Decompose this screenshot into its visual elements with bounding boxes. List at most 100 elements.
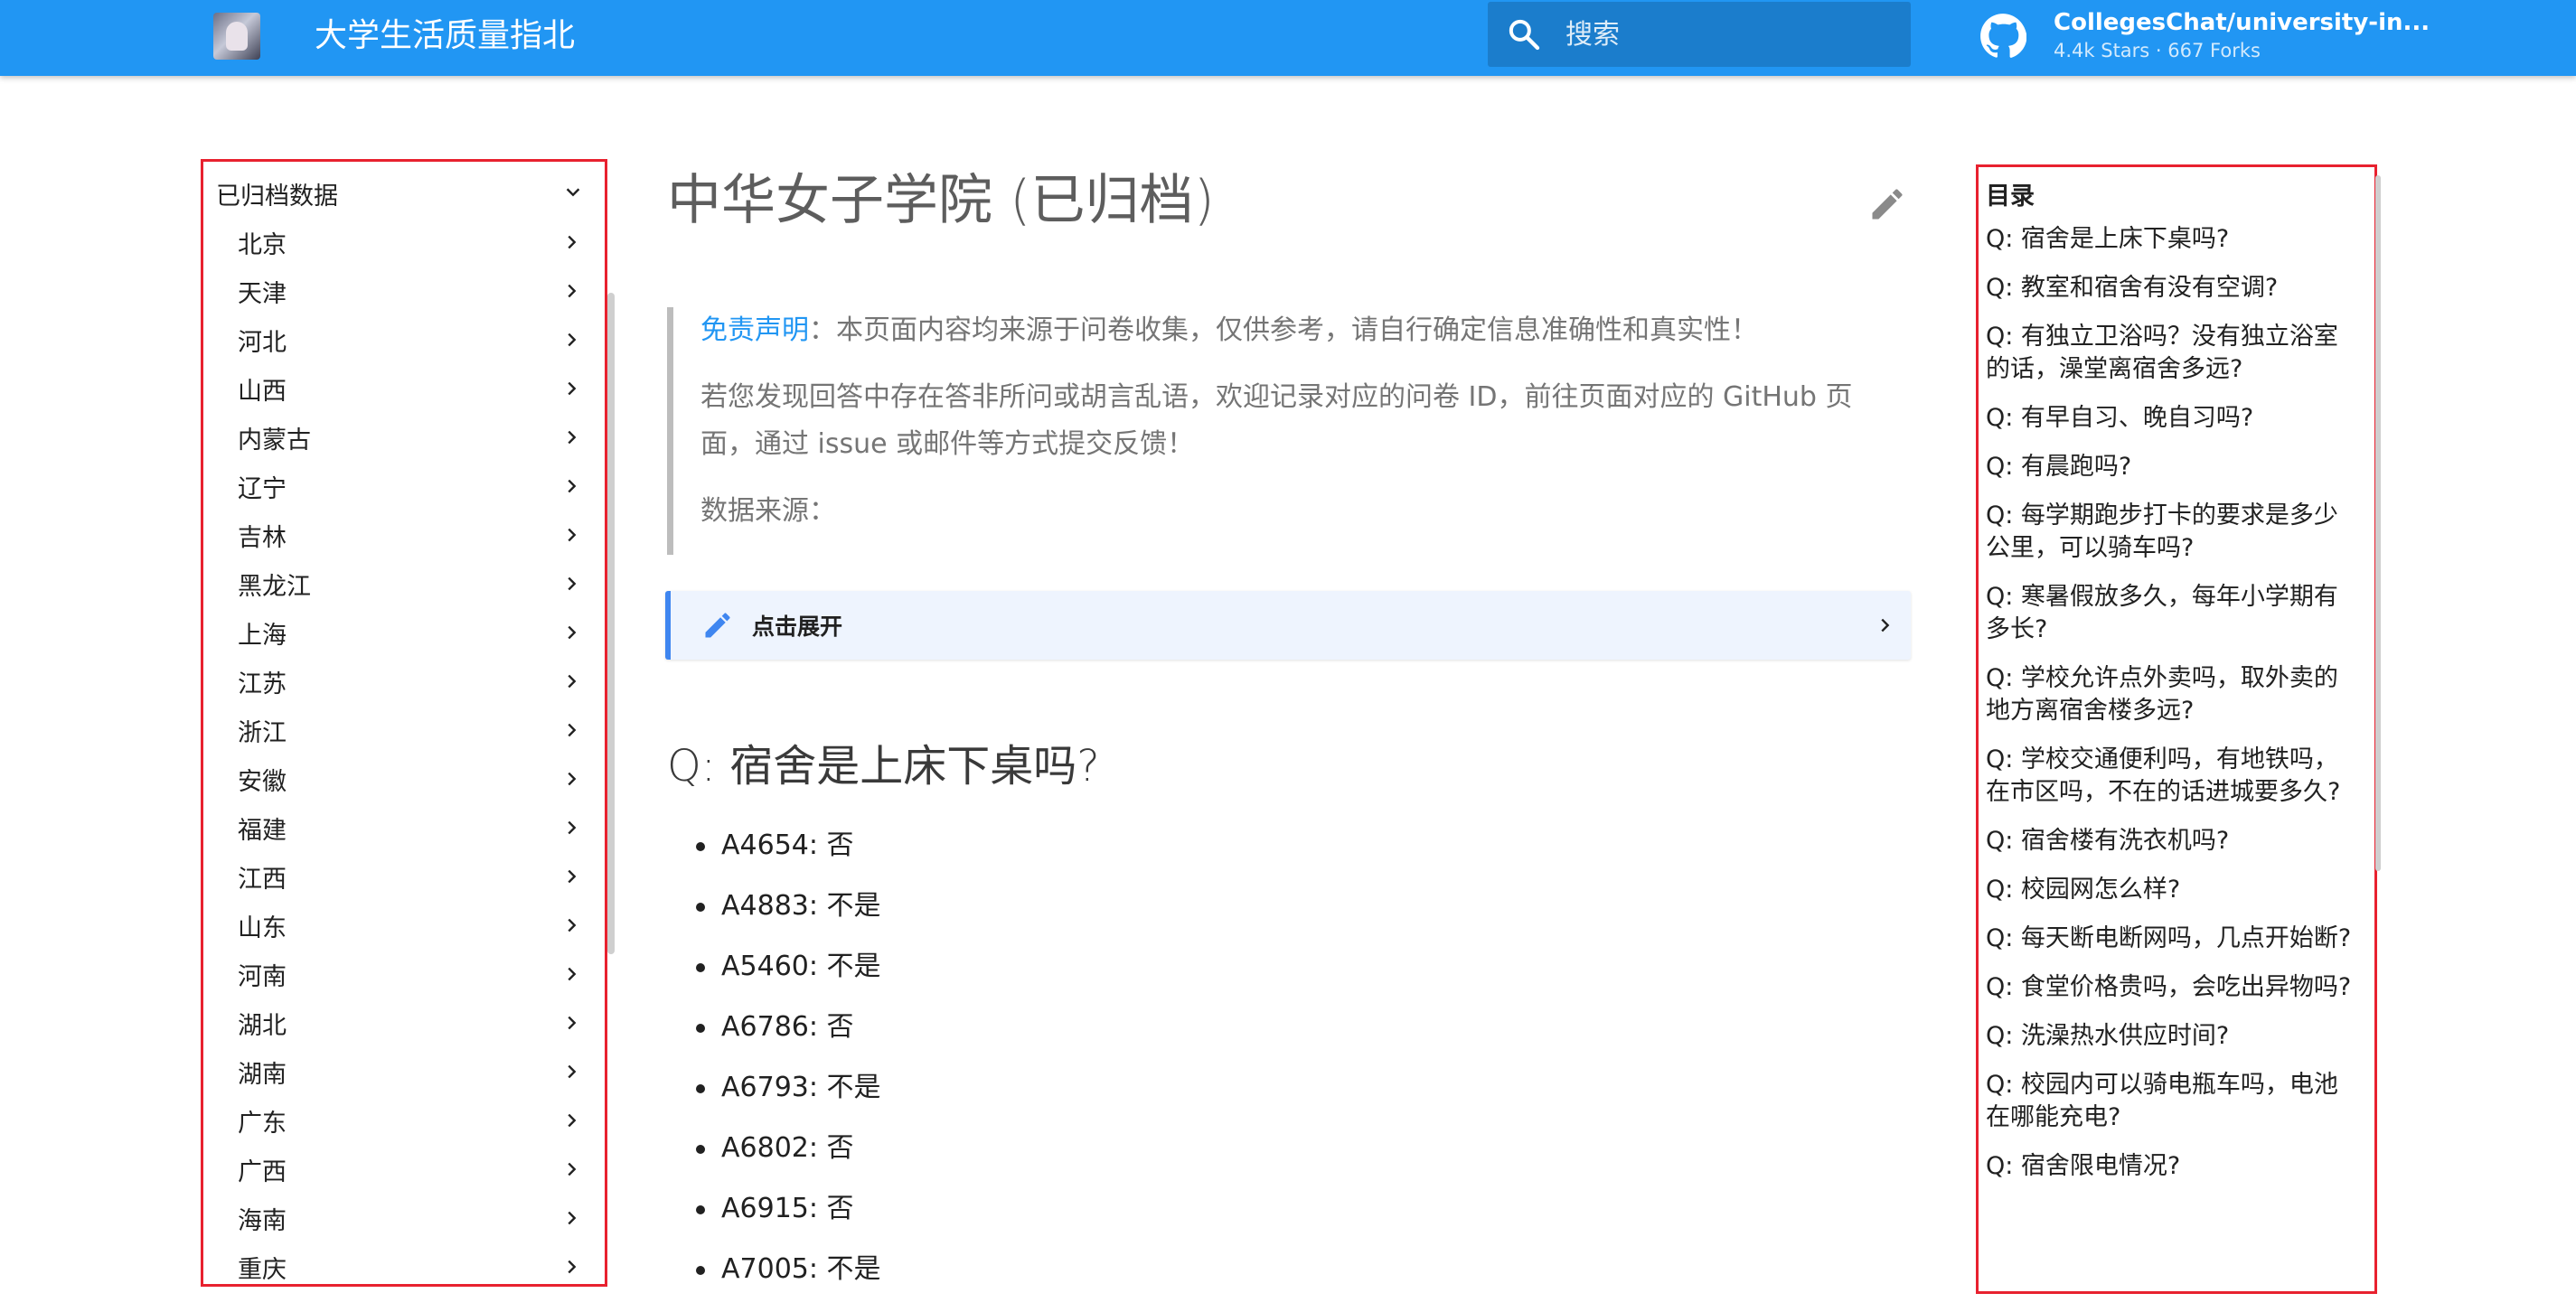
toc-link[interactable]: Q: 食堂价格贵吗，会吃出异物吗? — [1986, 971, 2356, 1004]
chevron-right-icon — [568, 381, 577, 396]
sidebar-item-label: 天津 — [238, 280, 287, 308]
sidebar-item-label: 上海 — [238, 622, 287, 650]
repo-stats: 4.4k Stars · 667 Forks — [2054, 40, 2261, 61]
repo-name: CollegesChat/university-in... — [2054, 9, 2430, 36]
sidebar-item-province[interactable]: 黑龙江 — [203, 559, 601, 608]
chevron-right-icon — [568, 576, 577, 591]
answer-list: A4654: 否 A4883: 不是 A5460: 不是 A6786: 否 A6793:… — [696, 820, 881, 1305]
sidebar-item-province[interactable]: 河南 — [203, 950, 601, 998]
toc-link[interactable]: Q: 有独立卫浴吗？没有独立浴室的话，澡堂离宿舍多远? — [1986, 321, 2356, 386]
toc-scrollbar[interactable] — [2375, 175, 2381, 871]
toc-link[interactable]: Q: 洗澡热水供应时间? — [1986, 1020, 2356, 1053]
sidebar-item-province[interactable]: 湖北 — [203, 998, 601, 1047]
feedback-text: 若您发现回答中存在答非所问或胡言乱语，欢迎记录对应的问卷 ID，前往页面对应的 … — [700, 381, 1853, 460]
chevron-right-icon — [568, 479, 577, 493]
github-repo-link[interactable]: CollegesChat/university-in... 4.4k Stars… — [1979, 5, 2430, 65]
table-of-contents: 目录 Q: 宿舍是上床下桌吗? Q: 教室和宿舍有没有空调? Q: 有独立卫浴吗？没… — [1976, 164, 2377, 1294]
chevron-right-icon — [568, 1260, 577, 1274]
chevron-right-icon — [568, 284, 577, 298]
toc-link[interactable]: Q: 每天断电断网吗，几点开始断? — [1986, 923, 2356, 955]
toc-link[interactable]: Q: 每学期跑步打卡的要求是多少公里，可以骑车吗? — [1986, 500, 2356, 565]
sidebar-item-label: 辽宁 — [238, 475, 287, 503]
sidebar-item-label: 河南 — [238, 963, 287, 991]
chevron-right-icon — [568, 820, 577, 835]
answer-item: A6793: 不是 — [696, 1063, 881, 1123]
sidebar-item-province[interactable]: 北京 — [203, 218, 601, 267]
sidebar-item-label: 黑龙江 — [238, 573, 311, 601]
sidebar-item-province[interactable]: 湖南 — [203, 1047, 601, 1096]
toc-link[interactable]: Q: 校园网怎么样? — [1986, 874, 2356, 906]
answer-item: A6915: 否 — [696, 1184, 881, 1244]
question-heading: Q: 宿舍是上床下桌吗? — [667, 741, 1100, 792]
sidebar-item-province[interactable]: 江苏 — [203, 657, 601, 706]
sidebar-item-province[interactable]: 内蒙古 — [203, 413, 601, 462]
left-sidebar-nav: 已归档数据 北京天津河北山西 内蒙古辽宁吉林黑龙江上海江苏 浙江 安徽福建江西山东河南… — [201, 159, 607, 1287]
sidebar-item-label: 河北 — [238, 329, 287, 357]
pencil-icon — [705, 613, 730, 638]
toc-link[interactable]: Q: 宿舍是上床下桌吗? — [1986, 223, 2356, 256]
toc-link[interactable]: Q: 有早自习、晚自习吗? — [1986, 402, 2356, 435]
search-input[interactable] — [1565, 13, 1891, 56]
sidebar-item-province[interactable]: 广西 — [203, 1145, 601, 1194]
chevron-right-icon — [1881, 618, 1890, 633]
toc-link[interactable]: Q: 有晨跑吗? — [1986, 451, 2356, 483]
disclaimer-blockquote: 免责声明：本页面内容均来源于问卷收集，仅供参考，请自行确定信息准确性和真实性！ … — [667, 307, 1911, 555]
answer-item: A4883: 不是 — [696, 881, 881, 942]
toc-link[interactable]: Q: 学校交通便利吗，有地铁吗，在市区吗，不在的话进城要多久? — [1986, 744, 2356, 809]
sidebar-item-label: 北京 — [238, 231, 287, 259]
sidebar-item-province[interactable]: 海南 — [203, 1194, 601, 1242]
toc-link[interactable]: Q: 宿舍楼有洗衣机吗? — [1986, 825, 2356, 857]
toc-link[interactable]: Q: 宿舍限电情况? — [1986, 1150, 2356, 1183]
chevron-right-icon — [568, 772, 577, 786]
sidebar-item-province[interactable]: 山西 — [203, 364, 601, 413]
nav-section-label: 已归档数据 — [216, 183, 338, 211]
answer-item: A4654: 否 — [696, 820, 881, 881]
edit-pencil-icon[interactable] — [1867, 184, 1907, 224]
sidebar-item-province[interactable]: 浙江 — [203, 706, 601, 754]
sidebar-item-province[interactable]: 广东 — [203, 1096, 601, 1145]
sidebar-item-label: 福建 — [238, 817, 287, 845]
chevron-right-icon — [568, 430, 577, 445]
sidebar-item-label: 山东 — [238, 914, 287, 942]
chevron-down-icon — [566, 188, 580, 197]
sidebar-item-province[interactable]: 福建 — [203, 803, 601, 852]
site-logo[interactable] — [213, 13, 260, 60]
top-header: 大学生活质量指北 CollegesChat/university-in... 4… — [0, 0, 2576, 76]
sidebar-item-province[interactable]: 安徽 — [203, 754, 601, 803]
sidebar-item-label: 吉林 — [238, 524, 287, 552]
answer-item: A5460: 不是 — [696, 942, 881, 1002]
chevron-right-icon — [568, 528, 577, 542]
archived-data-section-toggle[interactable]: 已归档数据 — [216, 171, 596, 212]
toc-link[interactable]: Q: 学校允许点外卖吗，取外卖的地方离宿舍楼多远? — [1986, 662, 2356, 727]
sidebar-item-label: 海南 — [238, 1207, 287, 1235]
search-box[interactable] — [1488, 2, 1911, 67]
chevron-right-icon — [568, 235, 577, 249]
search-icon[interactable] — [1506, 16, 1542, 52]
left-sidebar-scrollbar[interactable] — [607, 293, 615, 954]
expand-label: 点击展开 — [752, 614, 843, 640]
province-list: 北京天津河北山西 内蒙古辽宁吉林黑龙江上海江苏 浙江 安徽福建江西山东河南湖北湖南广东… — [203, 218, 601, 1284]
github-icon — [1980, 14, 2026, 58]
toc-link[interactable]: Q: 校园内可以骑电瓶车吗，电池在哪能充电? — [1986, 1069, 2356, 1134]
sidebar-item-label: 重庆 — [238, 1256, 287, 1284]
sidebar-item-province[interactable]: 重庆 — [203, 1242, 601, 1284]
toc-link[interactable]: Q: 寒暑假放多久，每年小学期有多长? — [1986, 581, 2356, 646]
sidebar-item-label: 广西 — [238, 1158, 287, 1186]
site-title[interactable]: 大学生活质量指北 — [315, 13, 575, 60]
sidebar-item-label: 湖北 — [238, 1012, 287, 1040]
sidebar-item-province[interactable]: 辽宁 — [203, 462, 601, 511]
toc-link[interactable]: Q: 教室和宿舍有没有空调? — [1986, 272, 2356, 305]
sidebar-item-label: 广东 — [238, 1110, 287, 1138]
sidebar-item-province[interactable]: 上海 — [203, 608, 601, 657]
sidebar-item-label: 湖南 — [238, 1061, 287, 1089]
sidebar-item-province[interactable]: 河北 — [203, 315, 601, 364]
chevron-right-icon — [568, 869, 577, 884]
sidebar-item-province[interactable]: 江西 — [203, 852, 601, 901]
chevron-right-icon — [568, 1211, 577, 1225]
expand-details-toggle[interactable]: 点击展开 — [665, 591, 1911, 660]
sidebar-item-province[interactable]: 吉林 — [203, 511, 601, 559]
sidebar-item-province[interactable]: 山东 — [203, 901, 601, 950]
chevron-right-icon — [568, 918, 577, 932]
disclaimer-link[interactable]: 免责声明 — [700, 314, 809, 346]
sidebar-item-province[interactable]: 天津 — [203, 267, 601, 315]
